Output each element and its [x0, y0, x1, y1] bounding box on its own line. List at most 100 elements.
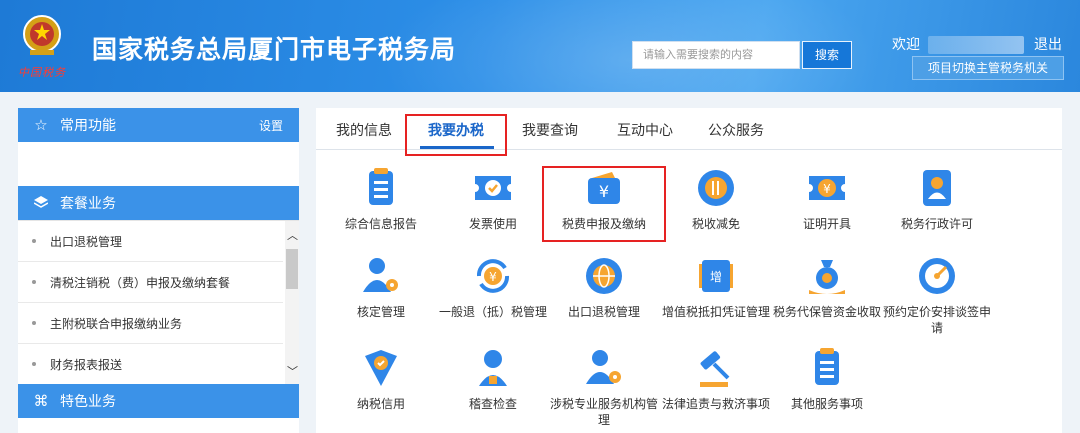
permit-icon [923, 170, 951, 206]
service-tax-reduction[interactable]: 税收减免 [661, 166, 771, 232]
search-input[interactable]: 请输入需要搜索的内容 [632, 41, 800, 69]
service-label: 税费申报及缴纳 [561, 217, 646, 231]
common-functions-header[interactable]: ☆ 常用功能 设置 [18, 108, 299, 142]
user-gear-icon [363, 258, 398, 292]
service-label: 核定管理 [356, 305, 405, 319]
service-agency-management[interactable]: 涉税专业服务机构管理 [549, 346, 659, 428]
list-item[interactable]: 主附税联合申报缴纳业务 [18, 303, 283, 344]
search-button[interactable]: 搜索 [802, 41, 852, 69]
vat-voucher-icon: 增 [699, 260, 733, 292]
service-label: 纳税信用 [356, 397, 405, 411]
svg-text:¥: ¥ [599, 182, 609, 201]
scrollbar[interactable]: ︿ ﹀ [285, 221, 299, 385]
list-item-label: 主附税联合申报缴纳业务 [50, 316, 183, 331]
common-functions-body [18, 142, 299, 186]
service-fund-custody[interactable]: 税务代保管资金收取 [772, 254, 882, 320]
layers-icon [32, 194, 50, 212]
svg-text:¥: ¥ [489, 270, 497, 284]
service-label: 预约定价安排谈签申请 [882, 305, 991, 335]
service-label: 税务代保管资金收取 [772, 305, 881, 319]
tab-interaction-center[interactable]: 互动中心 [617, 120, 673, 140]
service-label: 税务行政许可 [900, 217, 973, 231]
site-title: 国家税务总局厦门市电子税务局 [92, 35, 457, 64]
featured-business-label: 特色业务 [60, 394, 116, 410]
list-item[interactable]: 出口退税管理 [18, 221, 283, 262]
bullet-icon [32, 321, 36, 325]
credit-shield-icon [365, 350, 397, 386]
tax-reduction-icon [698, 170, 734, 206]
list-item-label: 出口退税管理 [50, 234, 123, 249]
inspector-icon [479, 350, 507, 386]
service-label: 一般退（抵）税管理 [438, 305, 547, 319]
service-advance-pricing[interactable]: 预约定价安排谈签申请 [882, 254, 992, 336]
header-banner: 中国税务 国家税务总局厦门市电子税务局 请输入需要搜索的内容 搜索 欢迎 退出 … [0, 0, 1080, 92]
main-panel: 我的信息 我要办税 我要查询 互动中心 公众服务 综合信息报告 发票使用 ¥ 税… [316, 108, 1062, 433]
wallet-yen-icon: ¥ [588, 172, 620, 204]
list-item-label: 清税注销税（费）申报及缴纳套餐 [50, 275, 231, 290]
settings-link[interactable]: 设置 [259, 117, 283, 134]
service-tax-credit[interactable]: 纳税信用 [326, 346, 436, 412]
service-general-refund[interactable]: ¥ 一般退（抵）税管理 [438, 254, 548, 320]
tab-query[interactable]: 我要查询 [522, 120, 578, 140]
masked-username [928, 36, 1024, 54]
service-label: 其他服务事项 [790, 397, 863, 411]
service-inspection[interactable]: 稽查检查 [438, 346, 548, 412]
money-bag-icon [809, 260, 845, 294]
service-legal-remedy[interactable]: 法律追责与救济事项 [661, 346, 771, 412]
service-label: 稽查检查 [468, 397, 517, 411]
service-label: 综合信息报告 [344, 217, 417, 231]
switch-tax-authority-button[interactable]: 项目切换主管税务机关 [912, 56, 1064, 80]
package-business-label: 套餐业务 [60, 196, 116, 212]
chevron-down-icon[interactable]: ﹀ [287, 363, 298, 379]
svg-text:增: 增 [710, 270, 722, 284]
highlight-box-tab [405, 114, 507, 156]
package-business-header[interactable]: 套餐业务 [18, 186, 299, 220]
report-icon [369, 168, 393, 205]
star-icon: ☆ [34, 116, 48, 134]
service-label: 出口退税管理 [567, 305, 640, 319]
bullet-icon [32, 239, 36, 243]
list-item-label: 财务报表报送 [50, 357, 123, 372]
welcome-text: 欢迎 [892, 37, 920, 53]
refund-cycle-icon: ¥ [477, 259, 509, 293]
clipboard-list-icon [815, 348, 839, 385]
agency-user-icon [586, 350, 621, 384]
service-invoice[interactable]: 发票使用 [438, 166, 548, 232]
service-vat-voucher[interactable]: 增 增值税抵扣凭证管理 [661, 254, 771, 320]
left-sidebar: ☆ 常用功能 设置 套餐业务 出口退税管理 清税注销税（费）申报及缴纳套餐 主附… [18, 108, 299, 433]
list-item[interactable]: 财务报表报送 [18, 344, 283, 385]
tax-emblem-logo [23, 15, 61, 55]
certificate-icon: ¥ [809, 176, 845, 200]
scrollbar-thumb[interactable] [286, 249, 298, 289]
bullet-icon [32, 280, 36, 284]
globe-icon [586, 258, 622, 294]
featured-business-header[interactable]: ⌘ 特色业务 [18, 384, 299, 418]
list-item[interactable]: 清税注销税（费）申报及缴纳套餐 [18, 262, 283, 303]
service-certificate[interactable]: ¥ 证明开具 [772, 166, 882, 232]
package-business-list: 出口退税管理 清税注销税（费）申报及缴纳套餐 主附税联合申报缴纳业务 财务报表报… [18, 220, 299, 385]
emblem-caption: 中国税务 [18, 66, 66, 79]
command-icon: ⌘ [33, 392, 49, 410]
tab-public-services[interactable]: 公众服务 [708, 120, 764, 140]
bullet-icon [32, 362, 36, 366]
service-label: 增值税抵扣凭证管理 [661, 305, 770, 319]
service-label: 证明开具 [802, 217, 851, 231]
service-assessment[interactable]: 核定管理 [326, 254, 436, 320]
tab-my-info[interactable]: 我的信息 [336, 120, 392, 140]
service-export-refund[interactable]: 出口退税管理 [549, 254, 659, 320]
invoice-icon [475, 176, 511, 200]
service-label: 税收减免 [691, 217, 740, 231]
logout-link[interactable]: 退出 [1034, 34, 1062, 54]
chevron-up-icon[interactable]: ︿ [287, 227, 298, 243]
compass-icon [919, 258, 955, 294]
gavel-icon [700, 351, 730, 387]
service-admin-permit[interactable]: 税务行政许可 [882, 166, 992, 232]
service-label: 法律追责与救济事项 [661, 397, 770, 411]
service-other[interactable]: 其他服务事项 [772, 346, 882, 412]
common-functions-label: 常用功能 [60, 118, 116, 134]
service-tax-filing-payment[interactable]: ¥ 税费申报及缴纳 [549, 166, 659, 232]
service-comprehensive-report[interactable]: 综合信息报告 [326, 166, 436, 232]
service-label: 涉税专业服务机构管理 [549, 397, 658, 427]
svg-text:¥: ¥ [823, 182, 831, 196]
service-label: 发票使用 [468, 217, 517, 231]
